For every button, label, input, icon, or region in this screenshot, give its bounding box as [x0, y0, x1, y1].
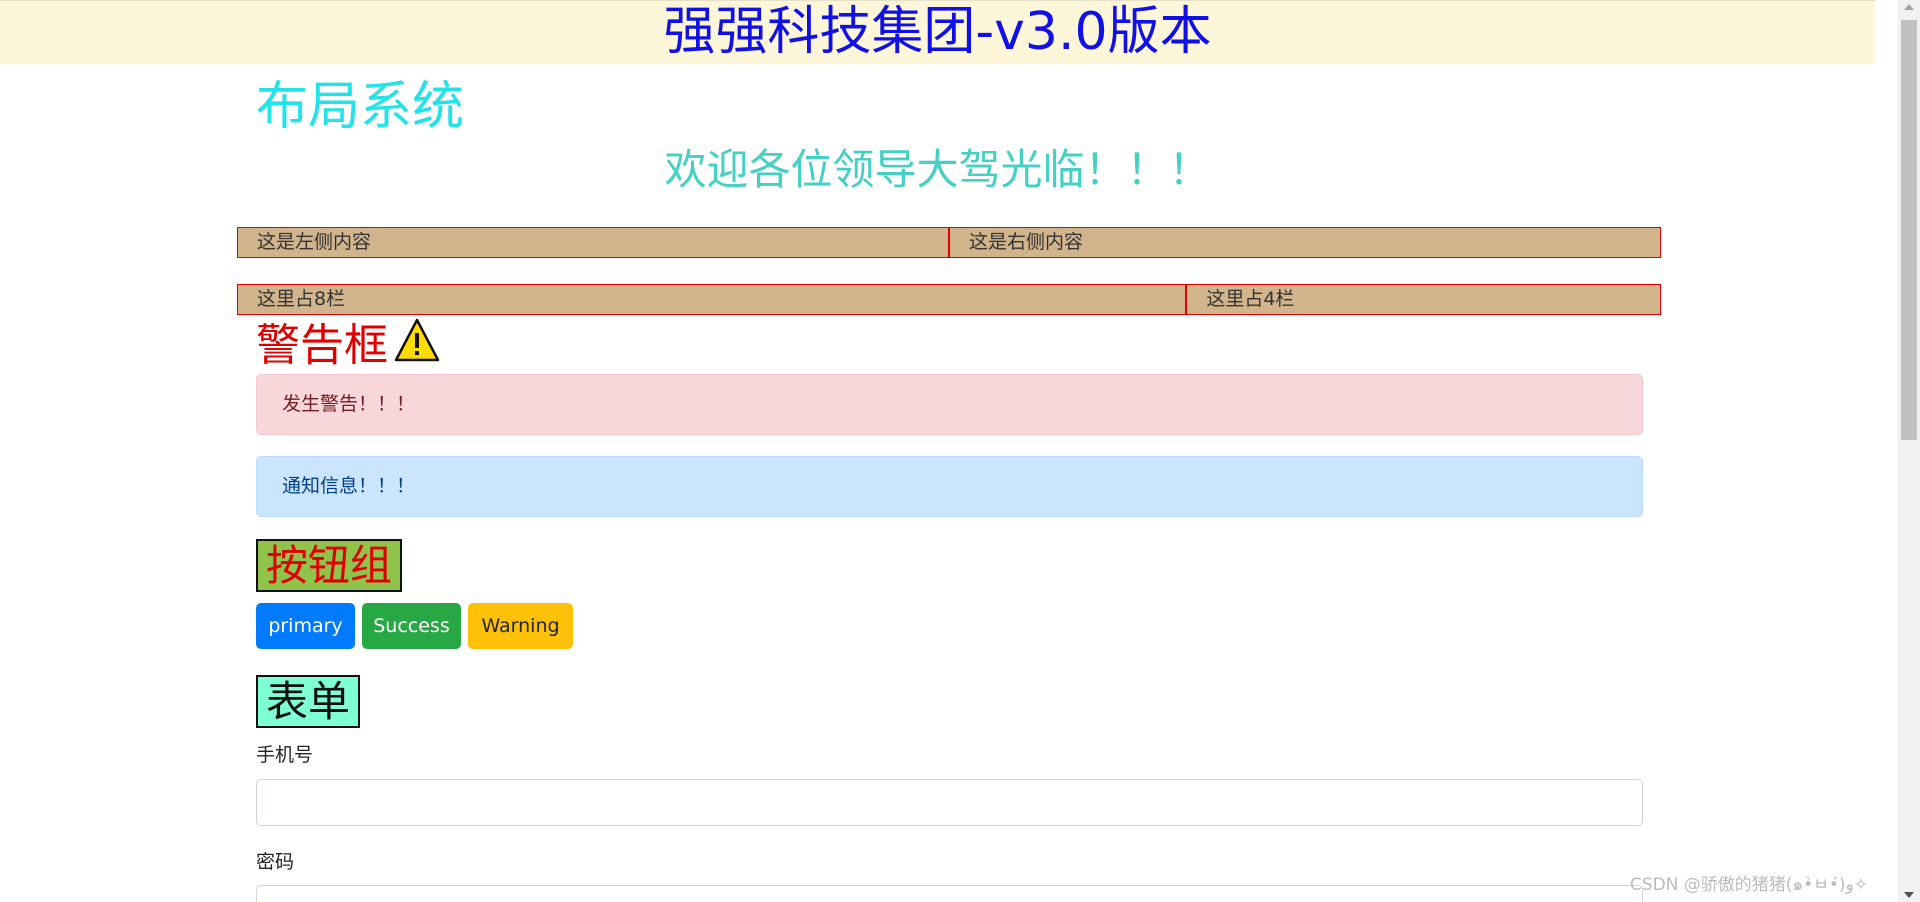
alert-danger: 发生警告！！！ — [256, 374, 1643, 435]
success-button[interactable]: Success — [362, 603, 461, 649]
grid-row-8-4: 这里占8栏 这里占4栏 — [237, 284, 1661, 315]
grid-col-4: 这里占4栏 — [1186, 284, 1661, 315]
buttons-section-title: 按钮组 — [256, 539, 403, 592]
phone-label: 手机号 — [256, 744, 314, 766]
phone-input[interactable] — [256, 779, 1643, 826]
grid-col-left: 这是左侧内容 — [237, 227, 949, 258]
button-group: primary Success Warning — [256, 603, 573, 649]
alerts-title-text: 警告框 — [256, 319, 388, 371]
password-label: 密码 — [256, 851, 295, 873]
password-input[interactable] — [256, 885, 1643, 902]
header-bar: 强强科技集团-v3.0版本 — [0, 0, 1875, 64]
scroll-up-arrow-icon[interactable] — [1904, 4, 1914, 10]
warning-icon — [394, 318, 440, 373]
grid-col-right: 这是右侧内容 — [949, 227, 1661, 258]
vertical-scrollbar[interactable] — [1898, 0, 1920, 902]
welcome-message: 欢迎各位领导大驾光临！！！ — [664, 145, 1211, 194]
scrollbar-thumb[interactable] — [1901, 20, 1917, 440]
scroll-down-arrow-icon[interactable] — [1904, 892, 1914, 898]
browser-viewport: 强强科技集团-v3.0版本 布局系统 欢迎各位领导大驾光临！！！ 这是左侧内容 … — [0, 0, 1898, 902]
page-heading: 布局系统 — [256, 77, 465, 137]
primary-button[interactable]: primary — [256, 603, 355, 649]
alerts-section-title: 警告框 — [256, 318, 440, 373]
site-title: 强强科技集团-v3.0版本 — [663, 2, 1212, 62]
form-section-title: 表单 — [256, 675, 361, 728]
warning-button[interactable]: Warning — [468, 603, 573, 649]
grid-col-8: 这里占8栏 — [237, 284, 1187, 315]
grid-row-halves: 这是左侧内容 这是右侧内容 — [237, 227, 1661, 258]
watermark: CSDN @骄傲的猪猪(๑•̀ㅂ•́)و✧ — [1629, 875, 1868, 895]
alert-info: 通知信息！！！ — [256, 456, 1643, 517]
